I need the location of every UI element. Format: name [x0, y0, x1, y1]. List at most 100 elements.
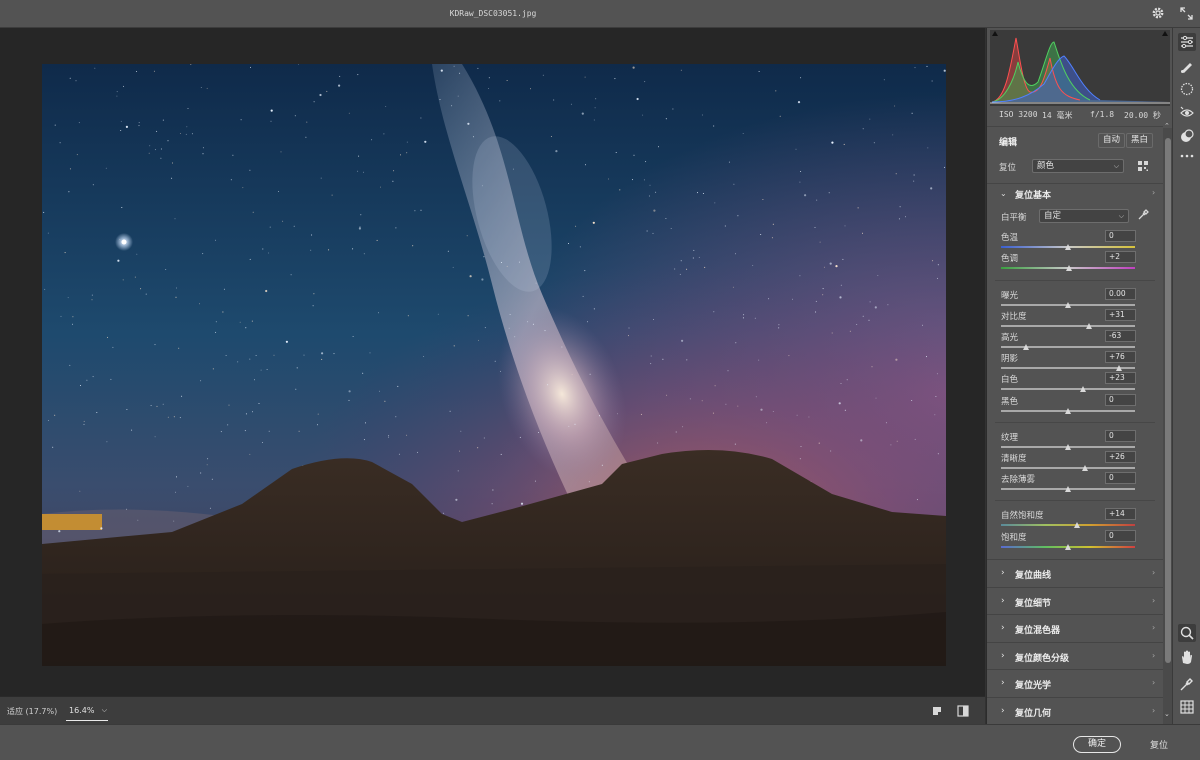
section-title[interactable]: 复位混色器 — [1015, 623, 1060, 636]
slider-thumb[interactable] — [1065, 244, 1071, 250]
slider-value-field[interactable]: 0 — [1105, 472, 1136, 484]
slider-thumb[interactable] — [1065, 408, 1071, 414]
gear-icon[interactable] — [1151, 6, 1165, 20]
collapsed-section[interactable]: › 复位颜色分级 › — [987, 641, 1163, 669]
slider-track[interactable] — [1001, 367, 1135, 369]
collapsed-section[interactable]: › 复位曲线 › — [987, 559, 1163, 586]
white-balance-select[interactable]: 自定 ⌵ — [1039, 209, 1129, 223]
chevron-right-icon[interactable]: › — [1152, 623, 1155, 632]
slider-thumb[interactable] — [1022, 344, 1029, 350]
mask-icon[interactable] — [1178, 80, 1196, 98]
slider-value-field[interactable]: 0.00 — [1105, 288, 1136, 300]
window-title: KDRaw_DSC03051.jpg — [449, 9, 537, 18]
slider-thumb[interactable] — [1080, 386, 1087, 392]
slider-thumb[interactable] — [1065, 486, 1071, 492]
chevron-right-icon[interactable]: › — [1001, 596, 1005, 606]
slider-thumb[interactable] — [1115, 365, 1122, 371]
chevron-down-icon: ⌵ — [1118, 212, 1124, 220]
slider-value-field[interactable]: +26 — [1105, 451, 1136, 463]
section-title[interactable]: 复位几何 — [1015, 706, 1051, 719]
chevron-right-icon[interactable]: › — [1001, 651, 1005, 661]
profile-browser-icon[interactable] — [1137, 160, 1149, 172]
divider — [995, 280, 1155, 281]
section-title[interactable]: 复位光学 — [1015, 678, 1051, 691]
slider-track[interactable] — [1001, 524, 1135, 526]
collapsed-section[interactable]: › 复位细节 › — [987, 586, 1163, 614]
presets-icon[interactable] — [1178, 127, 1196, 145]
profile-select[interactable]: 颜色 ⌵ — [1032, 159, 1124, 173]
hand-icon[interactable] — [1178, 648, 1196, 666]
more-options-icon[interactable] — [1178, 147, 1196, 165]
exif-focal: 14 毫米 — [1042, 111, 1073, 120]
image-canvas[interactable] — [0, 28, 985, 696]
slider-value-field[interactable]: +23 — [1105, 372, 1136, 384]
slider-value-field[interactable]: 0 — [1105, 394, 1136, 406]
grid-overlay-icon[interactable] — [1178, 698, 1196, 716]
color-sampler-icon[interactable] — [1178, 675, 1196, 693]
slider-track[interactable] — [1001, 346, 1135, 348]
before-after-icon[interactable] — [957, 705, 969, 717]
edit-title: 编辑 — [999, 138, 1018, 148]
section-title[interactable]: 复位曲线 — [1015, 568, 1051, 581]
slider-track[interactable] — [1001, 388, 1135, 390]
panel-scrollbar[interactable]: ⌃ ⌄ — [1163, 122, 1172, 724]
chevron-right-icon[interactable]: › — [1001, 706, 1005, 716]
slider-label: 黑色 — [1001, 397, 1019, 407]
slider-label: 色调 — [1001, 254, 1019, 264]
chevron-right-icon[interactable]: › — [1152, 678, 1155, 687]
photo-preview[interactable] — [42, 64, 946, 666]
zoom-icon[interactable] — [1178, 624, 1196, 642]
black-white-button[interactable]: 黑白 — [1126, 133, 1154, 148]
collapsed-section[interactable]: › 复位光学 › — [987, 669, 1163, 697]
reset-button[interactable]: 复位 — [1150, 738, 1168, 751]
chevron-down-icon: ⌵ — [101, 706, 107, 714]
chevron-right-icon[interactable]: › — [1001, 623, 1005, 633]
slider-label: 阴影 — [1001, 354, 1019, 364]
slider-value-field[interactable]: -63 — [1105, 330, 1136, 342]
chevron-right-icon[interactable]: › — [1152, 568, 1155, 577]
dialog-footer: 确定 复位 — [0, 724, 1200, 760]
slider-thumb[interactable] — [1085, 323, 1092, 329]
slider-value-field[interactable]: +2 — [1105, 251, 1136, 263]
scrollbar-thumb[interactable] — [1165, 138, 1171, 663]
zoom-level-select[interactable]: 16.4% ⌵ — [66, 701, 108, 721]
healing-brush-icon[interactable] — [1178, 57, 1196, 75]
red-eye-icon[interactable] — [1178, 104, 1196, 122]
slider-label: 色温 — [1001, 233, 1019, 243]
slider-value-field[interactable]: 0 — [1105, 230, 1136, 242]
scroll-down-icon[interactable]: ⌄ — [1164, 710, 1170, 718]
chevron-right-icon[interactable]: › — [1001, 568, 1005, 578]
edit-sliders-icon[interactable] — [1178, 33, 1196, 51]
chevron-right-icon[interactable]: › — [1001, 678, 1005, 688]
slider-value-field[interactable]: +14 — [1105, 508, 1136, 520]
basic-section-title[interactable]: 复位基本 — [1015, 188, 1051, 201]
slider-thumb[interactable] — [1065, 544, 1071, 550]
zoom-fit-option[interactable]: 适应 (17.7%) — [7, 706, 57, 717]
eyedropper-icon[interactable] — [1137, 209, 1149, 221]
slider-thumb[interactable] — [1066, 265, 1073, 271]
chevron-right-icon[interactable]: › — [1152, 188, 1155, 197]
slider-track[interactable] — [1001, 325, 1135, 327]
collapsed-section[interactable]: › 复位混色器 › — [987, 614, 1163, 642]
chevron-right-icon[interactable]: › — [1152, 651, 1155, 660]
chevron-down-icon[interactable]: ⌄ — [1000, 189, 1007, 198]
slider-value-field[interactable]: 0 — [1105, 430, 1136, 442]
single-view-icon[interactable] — [932, 706, 942, 716]
slider-thumb[interactable] — [1074, 522, 1081, 528]
chevron-right-icon[interactable]: › — [1152, 706, 1155, 715]
section-title[interactable]: 复位颜色分级 — [1015, 651, 1069, 664]
scroll-up-icon[interactable]: ⌃ — [1164, 122, 1170, 130]
chevron-right-icon[interactable]: › — [1152, 596, 1155, 605]
slider-thumb[interactable] — [1065, 302, 1071, 308]
section-title[interactable]: 复位细节 — [1015, 596, 1051, 609]
expand-icon[interactable] — [1180, 7, 1193, 20]
slider-value-field[interactable]: +76 — [1105, 351, 1136, 363]
slider-thumb[interactable] — [1082, 465, 1089, 471]
ok-button[interactable]: 确定 — [1073, 736, 1121, 753]
slider-track[interactable] — [1001, 467, 1135, 469]
collapsed-section[interactable]: › 复位几何 › — [987, 697, 1163, 724]
slider-thumb[interactable] — [1065, 444, 1071, 450]
auto-button[interactable]: 自动 — [1098, 133, 1126, 148]
slider-value-field[interactable]: +31 — [1105, 309, 1136, 321]
slider-value-field[interactable]: 0 — [1105, 530, 1136, 542]
